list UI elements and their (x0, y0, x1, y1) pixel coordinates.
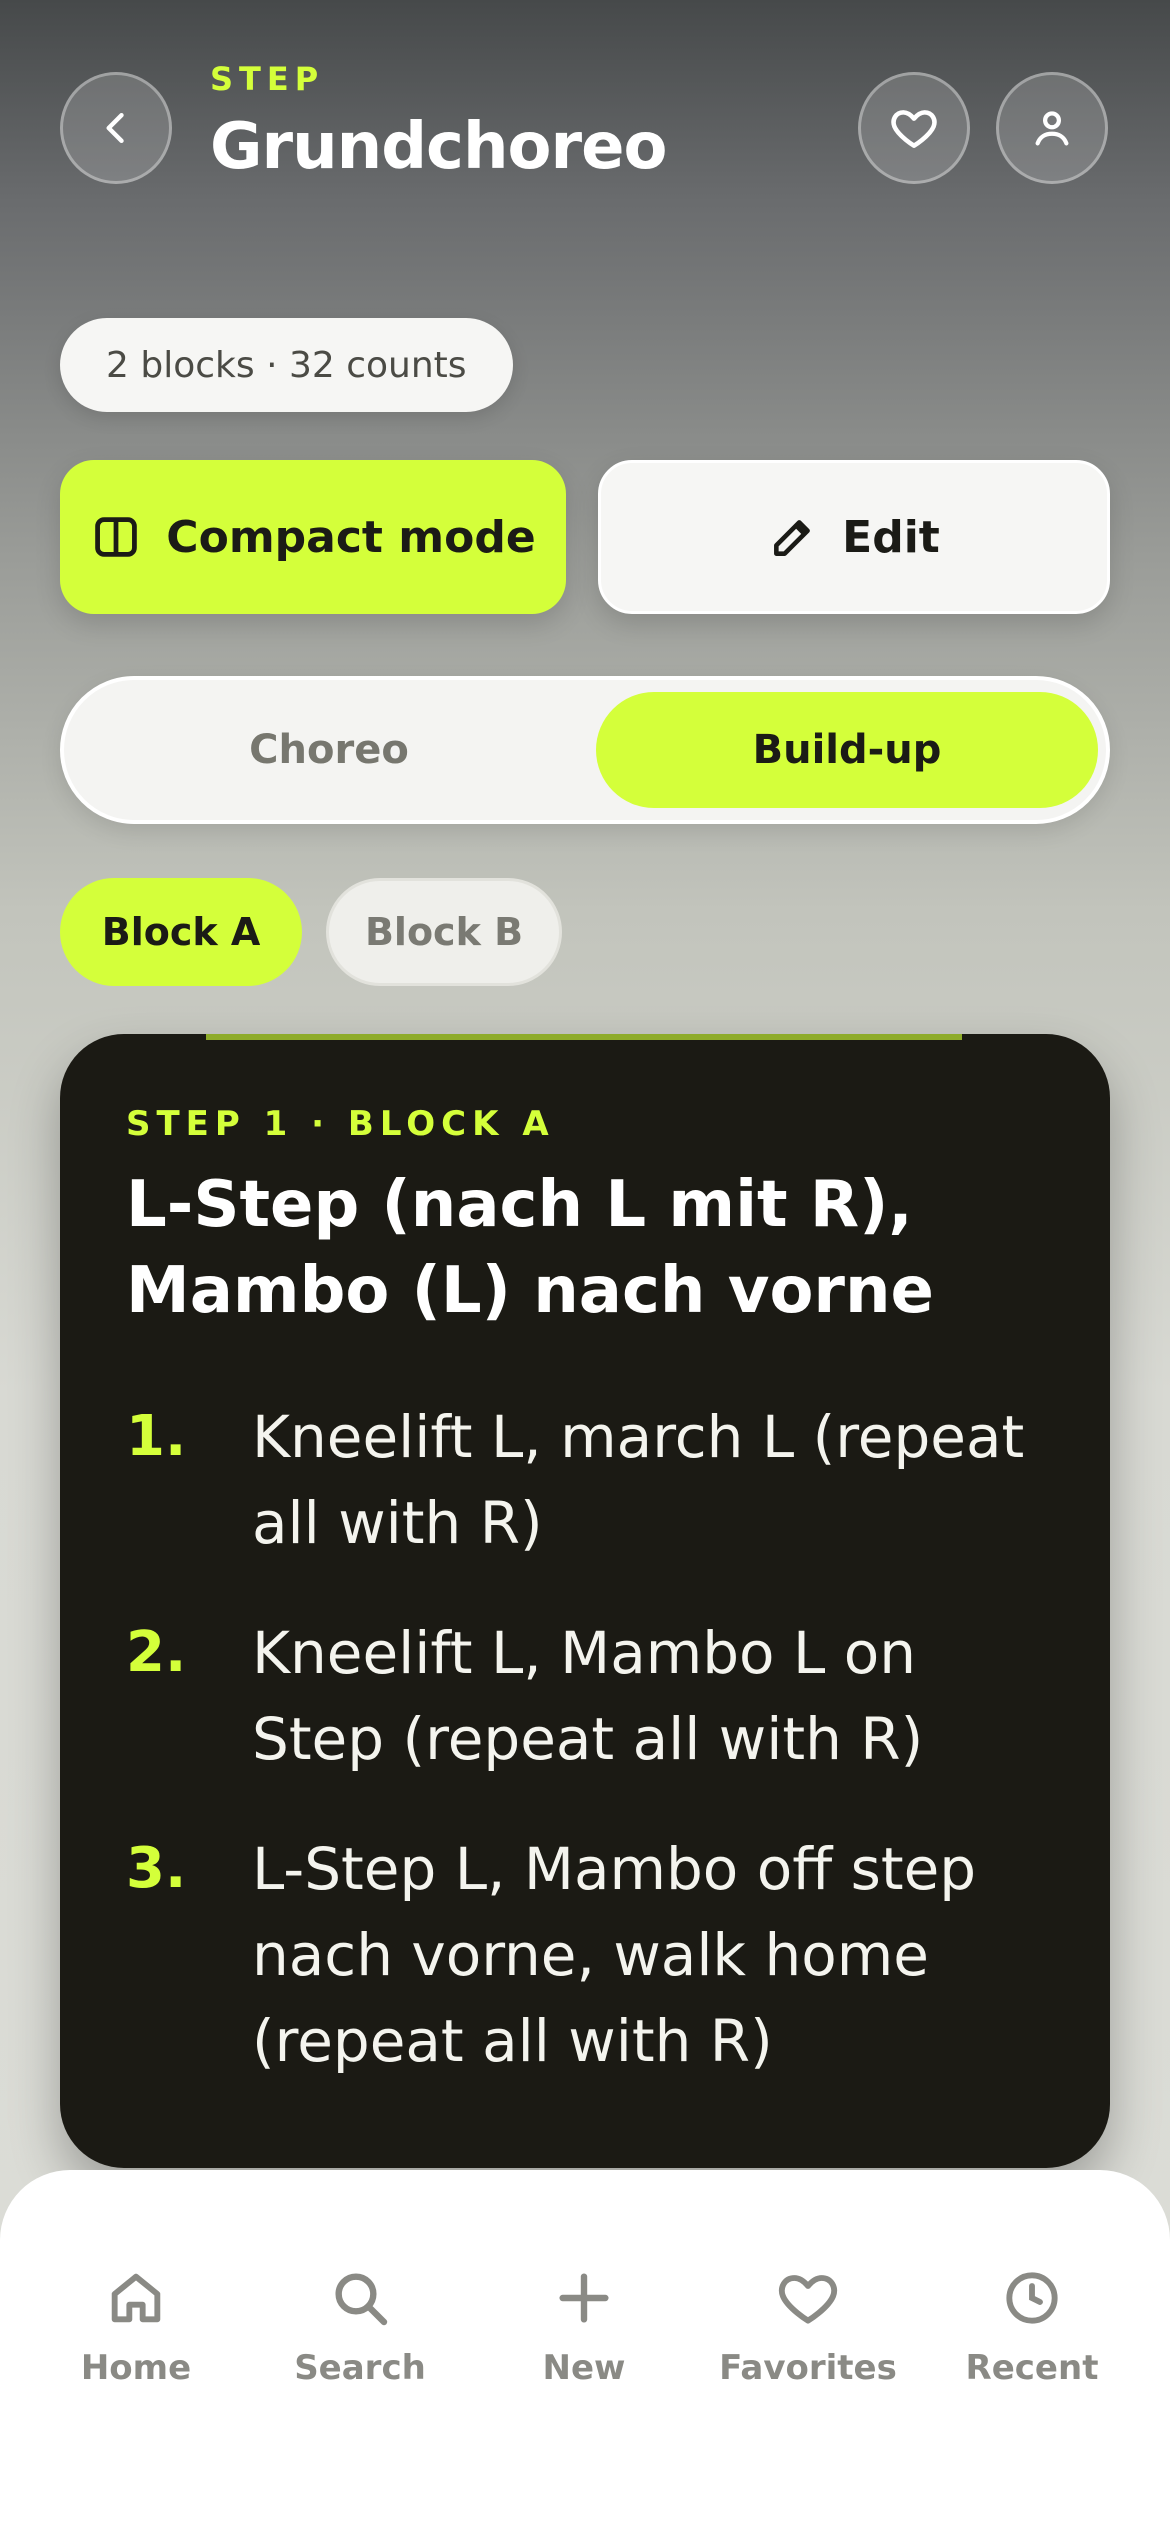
card-title-line: Mambo (L) nach vorne (126, 1254, 934, 1328)
card-title: L-Step (nach L mit R), Mambo (L) nach vo… (126, 1162, 1066, 1334)
nav-new-label: New (542, 2348, 626, 2388)
step-text: Kneelift L, march L (repeat all with R) (252, 1394, 1052, 1566)
pencil-icon (774, 520, 811, 556)
step-number: 1. (126, 1404, 187, 1469)
step-text-line: Kneelift L, Mambo L on (252, 1619, 916, 1687)
tab-build-up[interactable]: Build-up (596, 692, 1098, 808)
edit-label: Edit (842, 511, 940, 563)
nav-favorites[interactable]: Favorites (708, 2266, 908, 2388)
card-eyebrow: STEP 1 · BLOCK A (126, 1104, 555, 1144)
plus-icon (559, 2273, 609, 2323)
block-chip-b[interactable]: Block B (326, 878, 562, 986)
nav-home-label: Home (80, 2348, 192, 2388)
step-number: 2. (126, 1620, 187, 1685)
step-text: Kneelift L, Mambo L on Step (repeat all … (252, 1610, 1052, 1782)
step-text-line: all with R) (252, 1489, 543, 1557)
step-text-line: L-Step L, Mambo off step (252, 1835, 977, 1903)
heart-icon (778, 2275, 838, 2324)
edit-button[interactable]: Edit (598, 460, 1110, 614)
list-item: 2. Kneelift L, Mambo L on Step (repeat a… (126, 1610, 1086, 1782)
step-text-line: nach vorne, walk home (252, 1921, 929, 1989)
step-text: L-Step L, Mambo off step nach vorne, wal… (252, 1826, 1052, 2084)
tab-choreo[interactable]: Choreo (76, 692, 582, 808)
profile-button[interactable] (996, 72, 1108, 184)
nav-recent-label: Recent (965, 2348, 1099, 2388)
card-accent-line (206, 1034, 962, 1040)
view-segmented-control: Choreo Build-up (60, 676, 1110, 824)
step-card: STEP 1 · BLOCK A L-Step (nach L mit R), … (60, 1034, 1110, 2168)
clock-icon (1006, 2272, 1058, 2324)
step-text-line: Step (repeat all with R) (252, 1705, 924, 1773)
block-chip-a[interactable]: Block A (60, 878, 302, 986)
list-item: 1. Kneelift L, march L (repeat all with … (126, 1394, 1086, 1566)
search-icon (335, 2273, 388, 2326)
card-title-line: L-Step (nach L mit R), (126, 1168, 913, 1242)
nav-new[interactable]: New (484, 2266, 684, 2388)
choreo-summary-badge: 2 blocks · 32 counts (60, 318, 513, 412)
columns-icon (95, 517, 138, 557)
bottom-nav: Home Search New Favorites Recent (0, 2170, 1170, 2532)
home-icon (111, 2273, 161, 2323)
list-item: 3. L-Step L, Mambo off step nach vorne, … (126, 1826, 1086, 2084)
step-text-line: (repeat all with R) (252, 2007, 773, 2075)
favorite-button[interactable] (858, 72, 970, 184)
user-icon (1035, 111, 1069, 146)
compact-mode-button[interactable]: Compact mode (60, 460, 566, 614)
heart-icon (891, 110, 937, 148)
nav-search[interactable]: Search (260, 2266, 460, 2388)
page-title: Grundchoreo (210, 110, 667, 184)
nav-favorites-label: Favorites (719, 2348, 897, 2388)
chevron-left-icon (106, 112, 124, 144)
page-eyebrow: STEP (210, 60, 325, 98)
nav-search-label: Search (294, 2348, 426, 2388)
step-text-line: Kneelift L, march L (repeat (252, 1403, 1025, 1471)
back-button[interactable] (60, 72, 172, 184)
nav-home[interactable]: Home (36, 2266, 236, 2388)
nav-recent[interactable]: Recent (932, 2266, 1132, 2388)
step-number: 3. (126, 1836, 187, 1901)
compact-mode-label: Compact mode (166, 511, 536, 563)
